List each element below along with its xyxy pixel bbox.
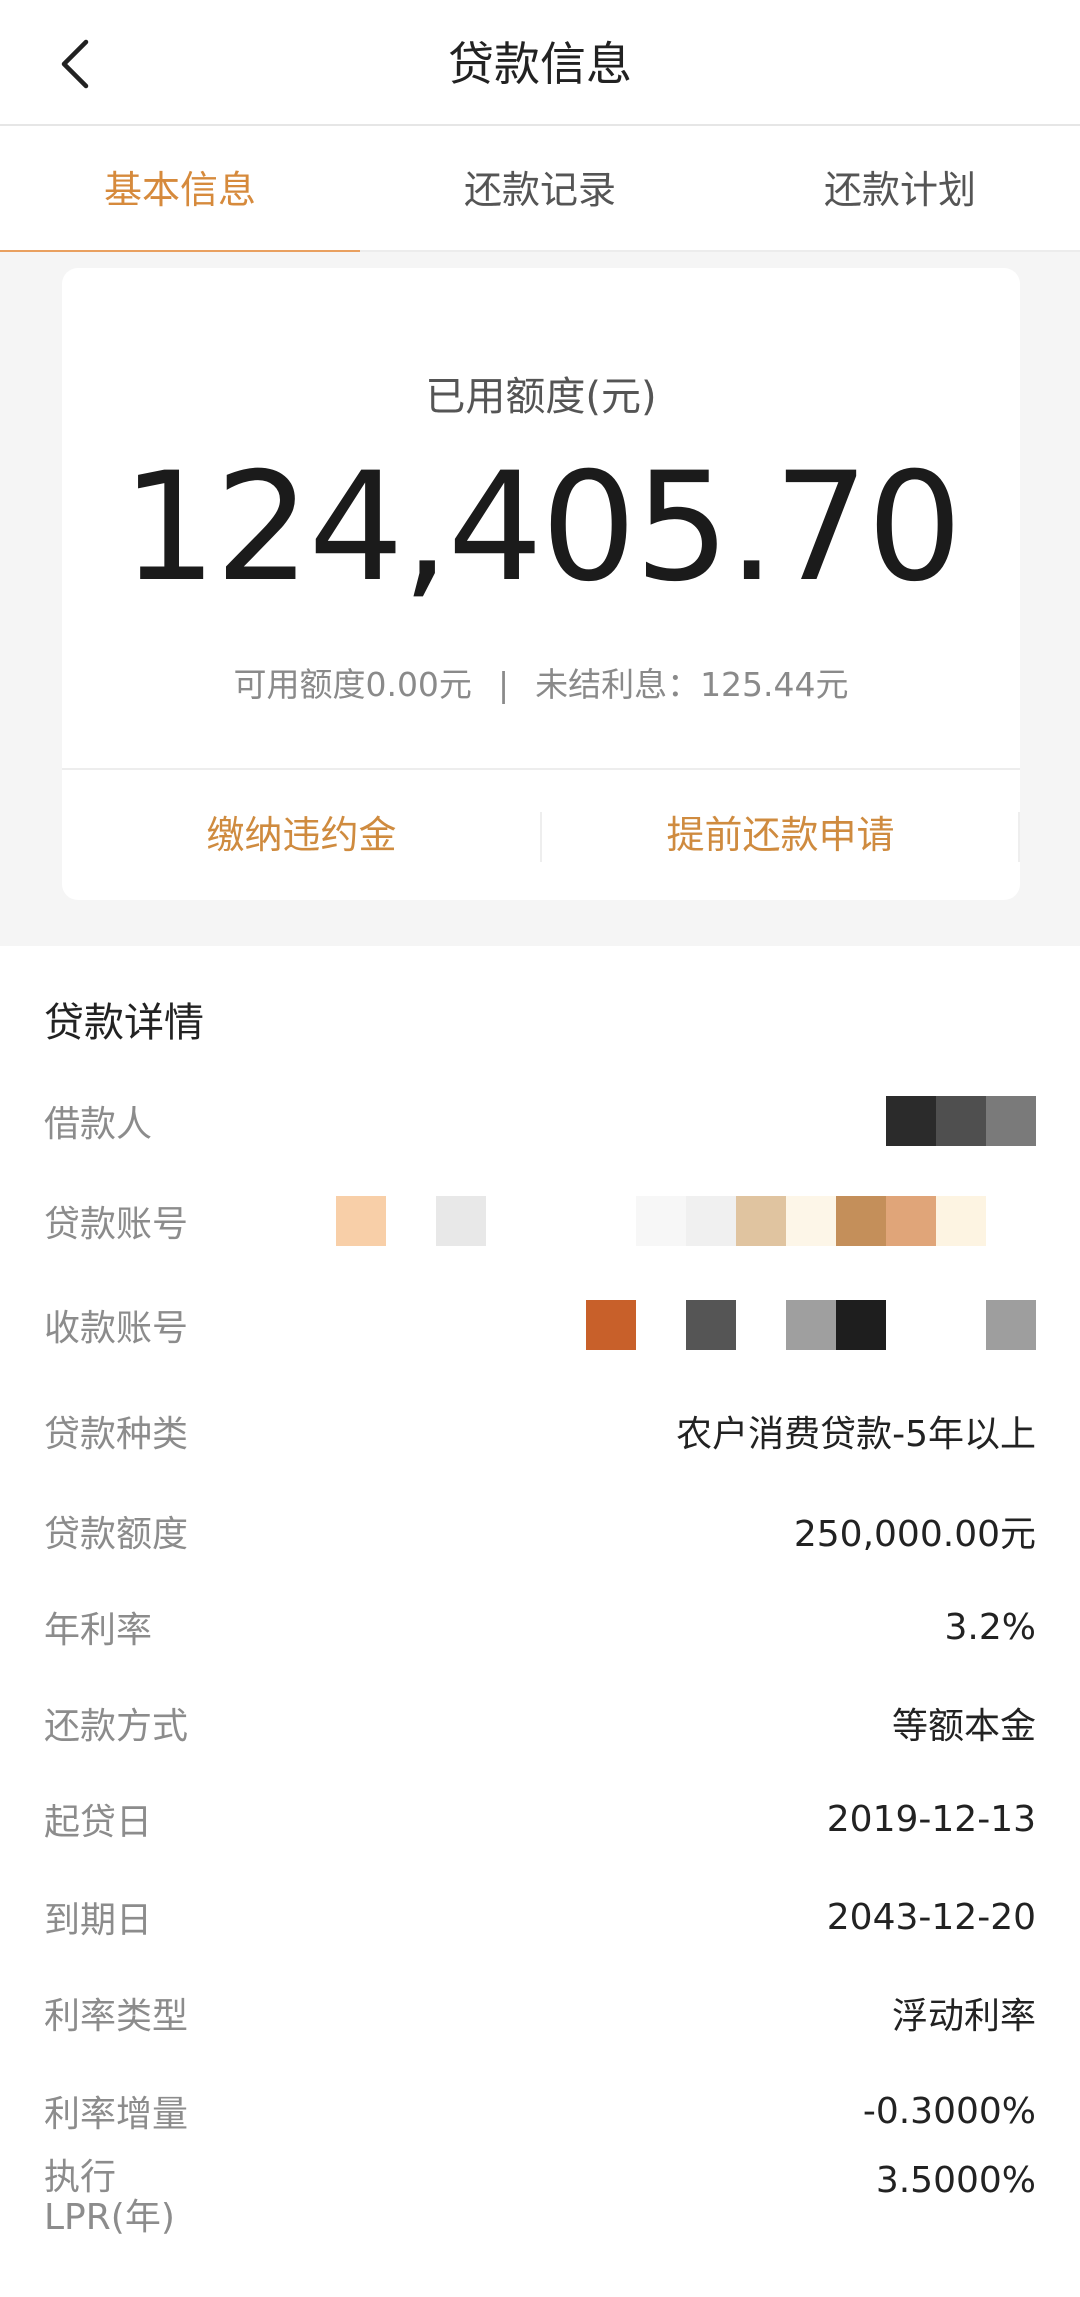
tab-bar: 基本信息 还款记录 还款计划 xyxy=(0,128,1080,254)
detail-label: 贷款账号 xyxy=(44,1204,189,1245)
mosaic-block xyxy=(636,1196,686,1246)
mosaic-block xyxy=(686,1196,736,1246)
masked-loan-account-value xyxy=(336,1196,1036,1246)
detail-row-annual-rate: 年利率 3.2% xyxy=(44,1592,1036,1662)
detail-value: 3.5000% xyxy=(875,2160,1036,2201)
detail-row-repayment-method: 还款方式 等额本金 xyxy=(44,1688,1036,1758)
credit-sub-info: 可用额度0.00元 | 未结利息：125.44元 xyxy=(62,658,1020,706)
detail-row-loan-account: 贷款账号 xyxy=(44,1186,1036,1256)
mosaic-block xyxy=(436,1196,486,1246)
detail-label: 贷款种类 xyxy=(44,1414,189,1455)
detail-label: 到期日 xyxy=(44,1900,153,1941)
lpr-label-line2: LPR(年) xyxy=(44,2197,175,2238)
detail-row-rate-type: 利率类型 浮动利率 xyxy=(44,1978,1036,2048)
mosaic-block xyxy=(886,1096,936,1146)
detail-value: 浮动利率 xyxy=(891,1996,1036,2037)
masked-receiving-account-value xyxy=(586,1300,1036,1350)
detail-value: 250,000.00元 xyxy=(793,1514,1036,1555)
detail-value: 农户消费贷款-5年以上 xyxy=(676,1414,1036,1455)
mosaic-block xyxy=(736,1196,786,1246)
unsettled-interest-text: 未结利息：125.44元 xyxy=(535,665,849,704)
summary-area: 已用额度(元) 124,405.70 可用额度0.00元 | 未结利息：125.44… xyxy=(0,252,1080,946)
tab-repayment-plan[interactable]: 还款计划 xyxy=(720,128,1080,252)
detail-row-rate-increment: 利率增量 -0.3000% xyxy=(44,2076,1036,2146)
mosaic-block xyxy=(836,1196,886,1246)
mosaic-block xyxy=(936,1096,986,1146)
action-divider-right xyxy=(1018,812,1020,862)
detail-value: 等额本金 xyxy=(891,1706,1036,1747)
pay-penalty-button[interactable]: 缴纳违约金 xyxy=(62,770,541,900)
tab-basic-info[interactable]: 基本信息 xyxy=(0,128,360,254)
detail-value: -0.3000% xyxy=(862,2090,1036,2132)
page-title: 贷款信息 xyxy=(448,37,632,91)
detail-value: 3.2% xyxy=(944,1606,1036,1648)
early-repayment-button[interactable]: 提前还款申请 xyxy=(541,770,1020,900)
mosaic-block xyxy=(886,1196,936,1246)
mosaic-block xyxy=(336,1196,386,1246)
mosaic-block xyxy=(986,1096,1036,1146)
nav-header: 贷款信息 xyxy=(0,0,1080,126)
lpr-label-line1: 执行 xyxy=(44,2157,117,2198)
detail-label: 利率增量 xyxy=(44,2094,189,2135)
masked-borrower-value xyxy=(886,1096,1036,1146)
detail-row-borrower: 借款人 xyxy=(44,1086,1036,1156)
tab-repayment-records[interactable]: 还款记录 xyxy=(360,128,720,252)
detail-label: 借款人 xyxy=(44,1104,153,1145)
mosaic-block xyxy=(936,1196,986,1246)
mosaic-block xyxy=(686,1300,736,1350)
mosaic-block xyxy=(786,1300,836,1350)
detail-value: 2043-12-20 xyxy=(826,1896,1036,1938)
available-credit-text: 可用额度0.00元 xyxy=(233,665,472,704)
detail-row-loan-limit: 贷款额度 250,000.00元 xyxy=(44,1496,1036,1566)
detail-row-due-date: 到期日 2043-12-20 xyxy=(44,1882,1036,1952)
details-title: 贷款详情 xyxy=(44,1000,204,1046)
loan-info-page: 贷款信息 基本信息 还款记录 还款计划 已用额度(元) 124,405.70 可… xyxy=(0,0,1080,2297)
mosaic-block xyxy=(836,1300,886,1350)
card-actions: 缴纳违约金 提前还款申请 xyxy=(62,768,1020,900)
detail-label: 还款方式 xyxy=(44,1706,189,1747)
detail-label: 贷款额度 xyxy=(44,1514,189,1555)
detail-label: 执行 LPR(年) xyxy=(44,2158,204,2238)
detail-label: 年利率 xyxy=(44,1610,153,1651)
detail-row-start-date: 起贷日 2019-12-13 xyxy=(44,1784,1036,1854)
detail-label: 起贷日 xyxy=(44,1802,153,1843)
used-credit-label: 已用额度(元) xyxy=(425,374,657,420)
mosaic-block xyxy=(586,1300,636,1350)
action-divider xyxy=(540,812,542,862)
detail-row-receiving-account: 收款账号 xyxy=(44,1290,1036,1360)
summary-card: 已用额度(元) 124,405.70 可用额度0.00元 | 未结利息：125.44… xyxy=(62,268,1020,900)
used-credit-amount: 124,405.70 xyxy=(121,441,963,615)
detail-value: 2019-12-13 xyxy=(826,1798,1036,1840)
sub-info-separator: | xyxy=(497,665,510,704)
detail-row-loan-type: 贷款种类 农户消费贷款-5年以上 xyxy=(44,1396,1036,1466)
detail-label: 收款账号 xyxy=(44,1308,189,1349)
detail-label: 利率类型 xyxy=(44,1996,189,2037)
mosaic-block xyxy=(786,1196,836,1246)
detail-row-lpr: 执行 LPR(年) 3.5000% xyxy=(44,2158,1036,2248)
mosaic-block xyxy=(986,1300,1036,1350)
